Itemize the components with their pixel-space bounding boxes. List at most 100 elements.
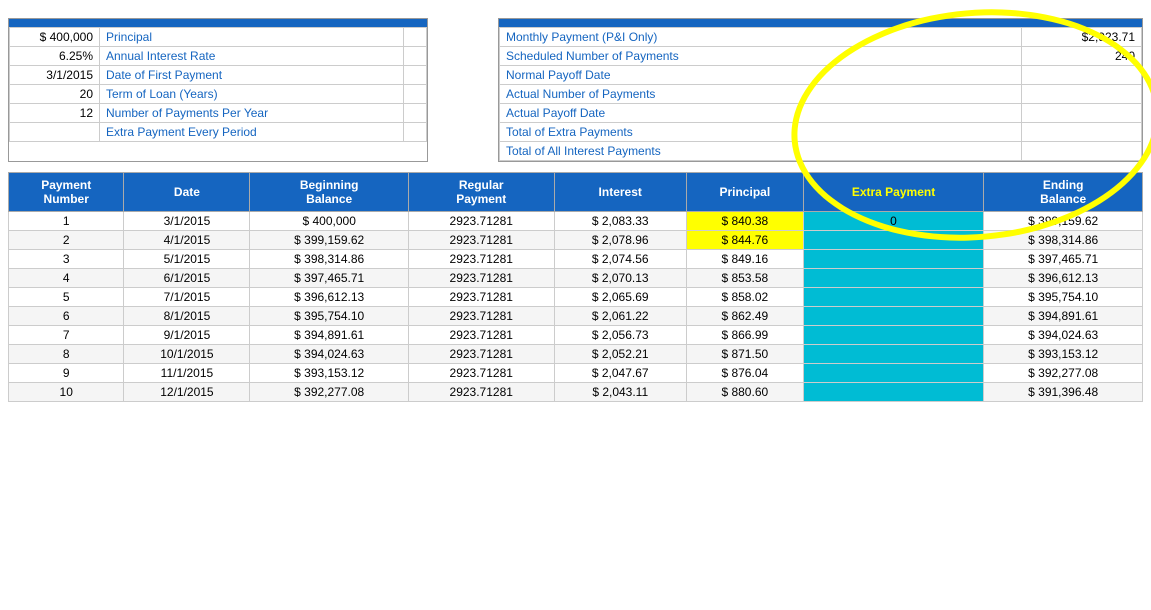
loan-summary-header (499, 19, 1142, 27)
table-cell: $ 862.49 (686, 307, 803, 326)
table-cell: 2923.71281 (408, 307, 554, 326)
table-cell: 0 (803, 212, 984, 231)
table-cell: 4/1/2015 (124, 231, 250, 250)
loan-param-row: 12 Number of Payments Per Year (10, 104, 427, 123)
column-header: EndingBalance (984, 173, 1143, 212)
loan-summary-row: Total of All Interest Payments (500, 142, 1142, 161)
table-cell: $ 393,153.12 (250, 364, 409, 383)
loan-summary-value (1022, 123, 1142, 142)
loan-param-extra (404, 47, 427, 66)
table-cell: $ 398,314.86 (250, 250, 409, 269)
table-cell: $ 394,891.61 (250, 326, 409, 345)
loan-param-label: Annual Interest Rate (100, 47, 404, 66)
table-cell: $ 2,052.21 (554, 345, 686, 364)
loan-summary-value: $2,923.71 (1022, 28, 1142, 47)
loan-param-value: 12 (10, 104, 100, 123)
loan-summary-row: Scheduled Number of Payments 240 (500, 47, 1142, 66)
loan-param-label: Number of Payments Per Year (100, 104, 404, 123)
table-cell: $ 395,754.10 (250, 307, 409, 326)
loan-summary-label: Total of Extra Payments (500, 123, 1022, 142)
table-cell: $ 840.38 (686, 212, 803, 231)
table-cell: 4 (9, 269, 124, 288)
table-cell: $ 2,070.13 (554, 269, 686, 288)
table-cell (803, 269, 984, 288)
table-cell: 10/1/2015 (124, 345, 250, 364)
loan-param-label: Term of Loan (Years) (100, 85, 404, 104)
table-cell (803, 326, 984, 345)
table-cell: $ 396,612.13 (250, 288, 409, 307)
table-cell: 2923.71281 (408, 288, 554, 307)
loan-param-value: 3/1/2015 (10, 66, 100, 85)
table-cell: $ 2,061.22 (554, 307, 686, 326)
table-cell: 2923.71281 (408, 364, 554, 383)
table-cell (803, 345, 984, 364)
loan-param-row: 6.25% Annual Interest Rate (10, 47, 427, 66)
loan-param-value: 20 (10, 85, 100, 104)
table-cell: $ 858.02 (686, 288, 803, 307)
loan-param-value: 6.25% (10, 47, 100, 66)
table-cell (803, 307, 984, 326)
table-cell: $ 394,024.63 (250, 345, 409, 364)
table-cell: $ 2,047.67 (554, 364, 686, 383)
table-cell: 6 (9, 307, 124, 326)
table-row: 68/1/2015$ 395,754.102923.71281$ 2,061.2… (9, 307, 1143, 326)
column-header: Extra Payment (803, 173, 984, 212)
table-cell: 2923.71281 (408, 250, 554, 269)
column-header: Principal (686, 173, 803, 212)
loan-summary-row: Normal Payoff Date (500, 66, 1142, 85)
table-cell (803, 250, 984, 269)
table-cell: $ 392,277.08 (250, 383, 409, 402)
table-row: 13/1/2015$ 400,0002923.71281$ 2,083.33$ … (9, 212, 1143, 231)
table-cell: $ 2,043.11 (554, 383, 686, 402)
table-cell: $ 2,074.56 (554, 250, 686, 269)
table-cell: 2923.71281 (408, 326, 554, 345)
table-row: 35/1/2015$ 398,314.862923.71281$ 2,074.5… (9, 250, 1143, 269)
loan-summary-value: 240 (1022, 47, 1142, 66)
table-cell: 3 (9, 250, 124, 269)
loan-summary-label: Normal Payoff Date (500, 66, 1022, 85)
table-cell: $ 844.76 (686, 231, 803, 250)
table-cell: $ 853.58 (686, 269, 803, 288)
loan-param-extra (404, 28, 427, 47)
table-cell: 9 (9, 364, 124, 383)
table-row: 57/1/2015$ 396,612.132923.71281$ 2,065.6… (9, 288, 1143, 307)
table-cell: 1 (9, 212, 124, 231)
table-cell: 5 (9, 288, 124, 307)
table-cell: 8 (9, 345, 124, 364)
loan-param-row: 20 Term of Loan (Years) (10, 85, 427, 104)
loan-summary-value (1022, 66, 1142, 85)
table-row: 1012/1/2015$ 392,277.082923.71281$ 2,043… (9, 383, 1143, 402)
table-cell: $ 392,277.08 (984, 364, 1143, 383)
loan-summary-value (1022, 104, 1142, 123)
loan-param-value (10, 123, 100, 142)
loan-summary-value (1022, 85, 1142, 104)
column-header: Interest (554, 173, 686, 212)
loan-summary-wrapper: Monthly Payment (P&I Only) $2,923.71Sche… (498, 18, 1143, 162)
table-cell: $ 395,754.10 (984, 288, 1143, 307)
loan-param-label: Extra Payment Every Period (100, 123, 404, 142)
loan-summary-label: Scheduled Number of Payments (500, 47, 1022, 66)
top-section: $ 400,000 Principal 6.25% Annual Interes… (8, 18, 1143, 162)
table-cell: 2923.71281 (408, 269, 554, 288)
table-cell: $ 880.60 (686, 383, 803, 402)
table-cell: 2923.71281 (408, 345, 554, 364)
loan-params-header (9, 19, 427, 27)
table-cell: 12/1/2015 (124, 383, 250, 402)
column-header: BeginningBalance (250, 173, 409, 212)
table-cell: 3/1/2015 (124, 212, 250, 231)
loan-summary-label: Monthly Payment (P&I Only) (500, 28, 1022, 47)
loan-summary-panel: Monthly Payment (P&I Only) $2,923.71Sche… (498, 18, 1143, 162)
loan-param-row: Extra Payment Every Period (10, 123, 427, 142)
table-cell: 8/1/2015 (124, 307, 250, 326)
table-cell: $ 400,000 (250, 212, 409, 231)
table-cell: $ 876.04 (686, 364, 803, 383)
loan-summary-row: Actual Number of Payments (500, 85, 1142, 104)
loan-summary-row: Total of Extra Payments (500, 123, 1142, 142)
table-cell: 2 (9, 231, 124, 250)
table-cell: $ 397,465.71 (250, 269, 409, 288)
amortization-table: PaymentNumberDateBeginningBalanceRegular… (8, 172, 1143, 402)
loan-param-label: Date of First Payment (100, 66, 404, 85)
table-cell: 6/1/2015 (124, 269, 250, 288)
table-row: 46/1/2015$ 397,465.712923.71281$ 2,070.1… (9, 269, 1143, 288)
loan-summary-row: Actual Payoff Date (500, 104, 1142, 123)
